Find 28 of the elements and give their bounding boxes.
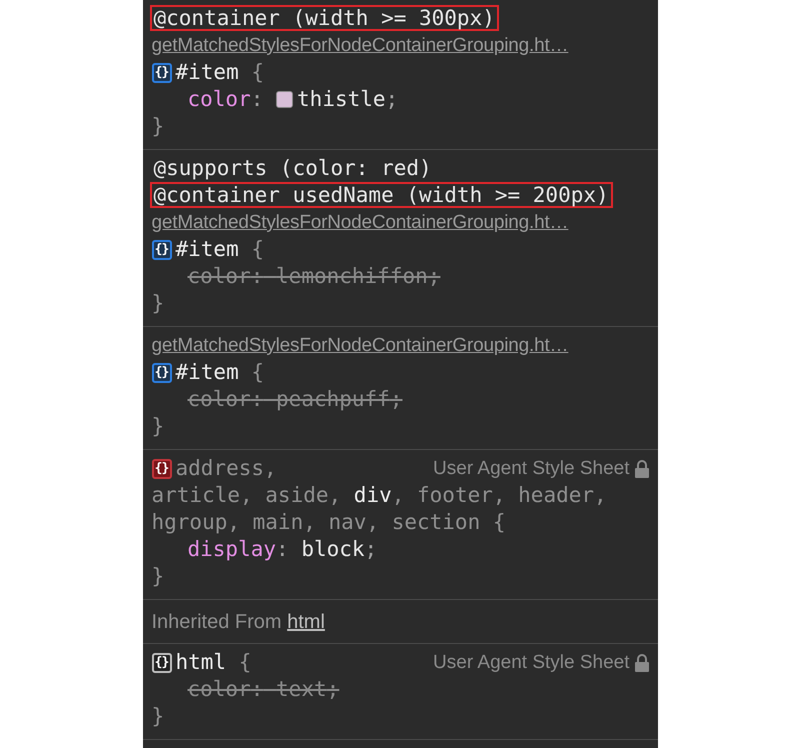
color-swatch[interactable] [276, 91, 294, 108]
overridden-declaration: color: text; [188, 676, 340, 703]
closing-brace: } [152, 291, 164, 315]
selector: hgroup, main, nav, section { [152, 509, 506, 536]
selector: #item { [176, 359, 264, 386]
property-value: thistle; [297, 86, 398, 113]
selector: #item { [176, 59, 264, 86]
closing-brace: } [152, 114, 164, 138]
closing-brace: } [152, 704, 164, 728]
closing-brace: } [152, 564, 164, 588]
closing-brace: } [152, 414, 164, 438]
property-name: color: [188, 86, 264, 113]
stylesheet-origin: User Agent Style Sheet [433, 651, 630, 675]
source-link[interactable]: getMatchedStylesForNodeContainerGrouping.ht… [152, 32, 648, 59]
source-link[interactable]: getMatchedStylesForNodeContainerGrouping.ht… [152, 332, 648, 359]
selector: article, aside, div, footer, header, [152, 482, 607, 509]
inherited-link[interactable]: html [287, 611, 325, 633]
inherited-label: Inherited From [152, 611, 282, 633]
at-rule: @supports (color: red) [152, 155, 433, 181]
overridden-declaration: color: peachpuff; [188, 386, 402, 413]
property-value: block; [301, 536, 378, 563]
stylesheet-origin: User Agent Style Sheet [433, 457, 630, 481]
source-link[interactable]: getMatchedStylesForNodeContainerGrouping.ht… [152, 209, 648, 236]
selector: html { [176, 649, 252, 676]
overridden-declaration: color: lemonchiffon; [188, 263, 440, 290]
property-name: display: [188, 536, 289, 563]
selector: address, [176, 455, 277, 482]
selector: #item { [176, 236, 264, 263]
